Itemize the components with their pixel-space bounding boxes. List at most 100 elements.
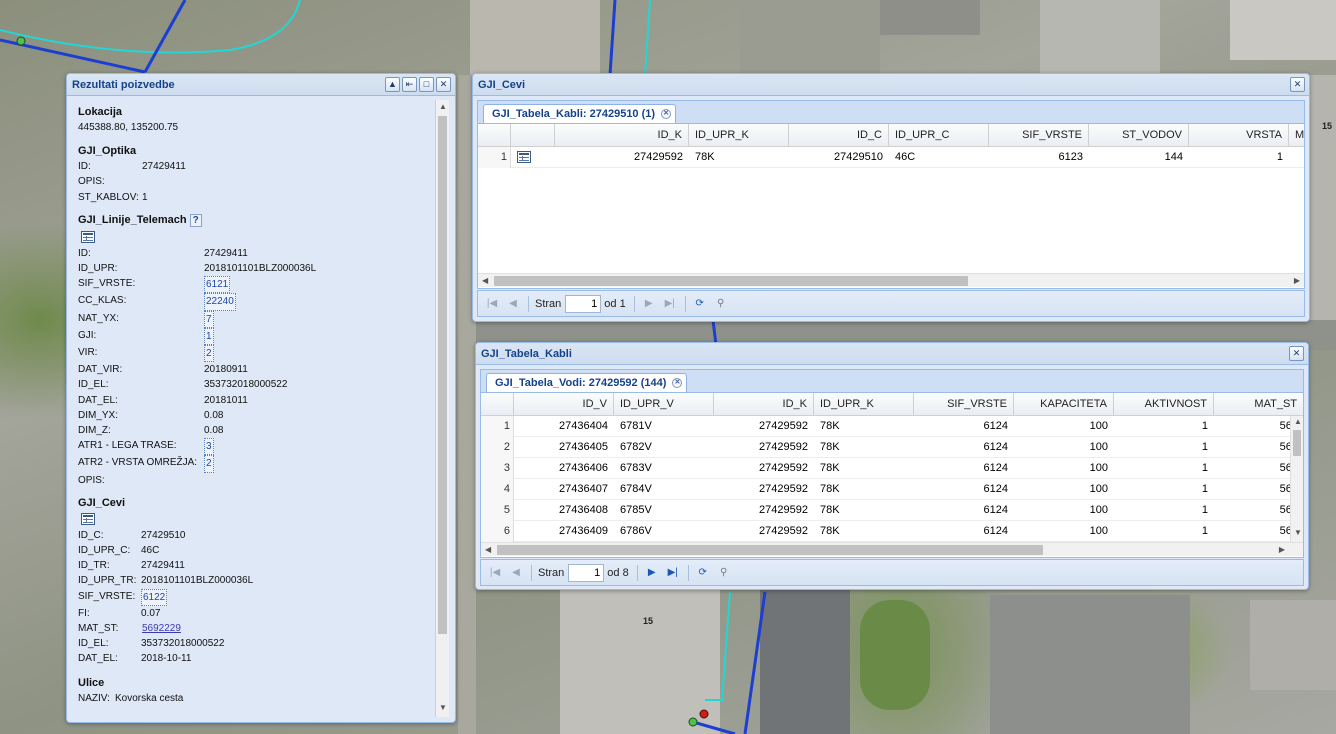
results-scrollbar[interactable]: ▲ ▼ bbox=[435, 100, 449, 717]
column-header[interactable]: ID_C bbox=[789, 124, 889, 147]
row-number: 6 bbox=[481, 521, 514, 542]
table-row[interactable]: 2 27436405 6782V 27429592 78K 6124 100 1 569 bbox=[481, 437, 1303, 458]
attribute-value: 27429510 bbox=[141, 529, 186, 541]
column-header[interactable]: SIF_VRSTE bbox=[989, 124, 1089, 147]
column-header[interactable]: ID_K bbox=[555, 124, 689, 147]
vodi-grid[interactable]: ID_V ID_UPR_V ID_K ID_UPR_K SIF_VRSTE KAPACIT… bbox=[480, 392, 1304, 558]
scroll-down-icon[interactable]: ▼ bbox=[1294, 528, 1302, 537]
table-icon[interactable] bbox=[81, 512, 95, 525]
results-body[interactable]: Lokacija 445388.80, 135200.75 GJI_Optika… bbox=[72, 101, 434, 718]
first-page-icon[interactable]: |◀ bbox=[484, 296, 500, 312]
attribute-key: VIR: bbox=[78, 347, 98, 359]
page-input[interactable] bbox=[568, 563, 605, 582]
next-page-icon[interactable]: ▶ bbox=[641, 296, 657, 312]
attribute-link[interactable]: 6121 bbox=[204, 276, 231, 294]
refresh-icon[interactable]: ⟳ bbox=[692, 296, 708, 312]
scroll-thumb[interactable] bbox=[438, 116, 447, 634]
attribute-key: DAT_EL: bbox=[78, 653, 118, 665]
tab-close-icon[interactable]: ✕ bbox=[672, 378, 683, 388]
scroll-up-icon[interactable]: ▲ bbox=[439, 102, 447, 111]
horizontal-scrollbar[interactable]: ◀ ▶ bbox=[481, 542, 1303, 556]
collapse-icon[interactable]: ▲ bbox=[385, 77, 400, 92]
attribute-link[interactable]: 2 bbox=[204, 455, 214, 473]
column-header[interactable]: ID_UPR_V bbox=[614, 393, 714, 416]
close-icon[interactable]: ✕ bbox=[436, 77, 451, 92]
attribute-key: ID: bbox=[78, 247, 91, 259]
column-header[interactable]: MAT_ST bbox=[1214, 393, 1303, 416]
kabli-grid[interactable]: ID_K ID_UPR_K ID_C ID_UPR_C SIF_VRSTE ST_VODO… bbox=[477, 123, 1305, 289]
column-header[interactable] bbox=[478, 124, 511, 147]
results-header[interactable]: Rezultati poizvedbe ▲ ⇤ □ ✕ bbox=[67, 74, 455, 96]
column-header[interactable]: ID_V bbox=[514, 393, 614, 416]
scroll-left-icon[interactable]: ◀ bbox=[482, 276, 488, 285]
clear-filter-icon[interactable]: ⚲ bbox=[713, 296, 729, 312]
scroll-thumb[interactable] bbox=[1293, 430, 1301, 456]
tab-tabela-kabli[interactable]: GJI_Tabela_Kabli: 27429510 (1) ✕ bbox=[483, 104, 677, 124]
table-row[interactable]: 1 27436404 6781V 27429592 78K 6124 100 1 569 bbox=[481, 416, 1303, 437]
attribute-link[interactable]: 7 bbox=[204, 310, 214, 328]
column-header[interactable]: ST_VODOV bbox=[1089, 124, 1189, 147]
table-row[interactable]: 1 27429592 78K 27429510 46C 6123 144 1 bbox=[478, 147, 1304, 168]
clear-filter-icon[interactable]: ⚲ bbox=[716, 565, 732, 581]
scroll-right-icon[interactable]: ▶ bbox=[1294, 276, 1300, 285]
column-header[interactable]: VRSTA bbox=[1189, 124, 1289, 147]
separator bbox=[633, 295, 635, 312]
prev-page-icon[interactable]: ◀ bbox=[505, 296, 521, 312]
kabli-window-header[interactable]: GJI_Tabela_Kabli ✕ bbox=[476, 343, 1308, 365]
attribute-row: ID: 27429411 bbox=[78, 246, 434, 261]
column-header[interactable] bbox=[511, 124, 555, 147]
column-header[interactable]: ID_K bbox=[714, 393, 814, 416]
column-header[interactable]: ID_UPR_K bbox=[689, 124, 789, 147]
attribute-link[interactable]: 22240 bbox=[204, 293, 236, 311]
table-row[interactable]: 6 27436409 6786V 27429592 78K 6124 100 1 569 bbox=[481, 521, 1303, 542]
table-row[interactable]: 4 27436407 6784V 27429592 78K 6124 100 1 569 bbox=[481, 479, 1303, 500]
column-header[interactable]: ID_UPR_C bbox=[889, 124, 989, 147]
help-icon[interactable]: ? bbox=[189, 213, 202, 227]
tab-tabela-vodi[interactable]: GJI_Tabela_Vodi: 27429592 (144) ✕ bbox=[486, 373, 688, 393]
attribute-row: ID_UPR_C: 46C bbox=[78, 543, 434, 558]
scroll-thumb[interactable] bbox=[494, 276, 968, 286]
attribute-row: OPIS: bbox=[78, 473, 434, 488]
table-icon[interactable] bbox=[81, 230, 95, 243]
scroll-thumb[interactable] bbox=[497, 545, 1043, 555]
attribute-link[interactable]: 5692229 bbox=[141, 621, 182, 636]
scroll-right-icon[interactable]: ▶ bbox=[1279, 545, 1285, 554]
attribute-link[interactable]: 2 bbox=[204, 345, 214, 363]
column-header[interactable]: SIF_VRSTE bbox=[914, 393, 1014, 416]
row-detail-icon[interactable] bbox=[511, 147, 555, 168]
section-title: GJI_Cevi bbox=[78, 496, 126, 509]
vertical-scrollbar[interactable]: ▲ ▼ bbox=[1290, 416, 1303, 542]
pin-icon[interactable]: ⇤ bbox=[402, 77, 417, 92]
attribute-link[interactable]: 3 bbox=[204, 438, 214, 456]
maximize-icon[interactable]: □ bbox=[419, 77, 434, 92]
column-header[interactable]: M bbox=[1289, 124, 1304, 147]
first-page-icon[interactable]: |◀ bbox=[487, 565, 503, 581]
attribute-link[interactable]: 1 bbox=[204, 327, 214, 346]
attribute-link[interactable]: 6122 bbox=[141, 588, 168, 606]
attribute-key: OPIS: bbox=[78, 176, 105, 188]
attribute-row: SIF_VRSTE: 6121 bbox=[78, 276, 434, 294]
close-icon[interactable]: ✕ bbox=[1289, 346, 1304, 361]
column-header[interactable] bbox=[481, 393, 514, 416]
scroll-down-icon[interactable]: ▼ bbox=[439, 703, 447, 712]
horizontal-scrollbar[interactable]: ◀ ▶ bbox=[478, 273, 1304, 287]
close-icon[interactable]: ✕ bbox=[1290, 77, 1305, 92]
cevi-window-header[interactable]: GJI_Cevi ✕ bbox=[473, 74, 1309, 96]
scroll-left-icon[interactable]: ◀ bbox=[485, 545, 491, 554]
next-page-icon[interactable]: ▶ bbox=[644, 565, 660, 581]
column-header[interactable]: ID_UPR_K bbox=[814, 393, 914, 416]
tab-label: GJI_Tabela_Vodi: 27429592 (144) bbox=[495, 377, 667, 389]
attribute-value: 2018101101BLZ000036L bbox=[141, 575, 254, 587]
table-row[interactable]: 3 27436406 6783V 27429592 78K 6124 100 1 569 bbox=[481, 458, 1303, 479]
last-page-icon[interactable]: ▶| bbox=[665, 565, 681, 581]
scroll-up-icon[interactable]: ▲ bbox=[1294, 417, 1302, 426]
refresh-icon[interactable]: ⟳ bbox=[695, 565, 711, 581]
table-icon[interactable] bbox=[517, 151, 531, 163]
column-header[interactable]: KAPACITETA bbox=[1014, 393, 1114, 416]
tab-close-icon[interactable]: ✕ bbox=[661, 109, 672, 119]
last-page-icon[interactable]: ▶| bbox=[662, 296, 678, 312]
table-row[interactable]: 5 27436408 6785V 27429592 78K 6124 100 1 569 bbox=[481, 500, 1303, 521]
page-input[interactable] bbox=[565, 294, 602, 313]
prev-page-icon[interactable]: ◀ bbox=[508, 565, 524, 581]
column-header[interactable]: AKTIVNOST bbox=[1114, 393, 1214, 416]
